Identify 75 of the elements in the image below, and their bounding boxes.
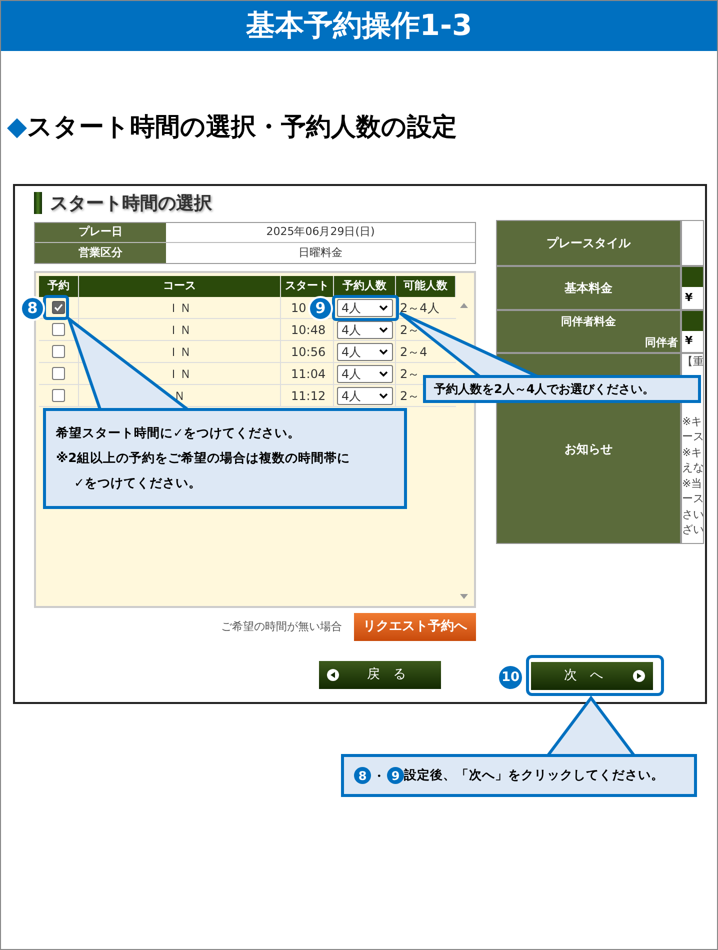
separator-dot: ・ [372,768,386,784]
party-size-select[interactable]: 4人 [336,342,392,360]
scroll-up-icon[interactable] [460,303,468,308]
chevron-down-icon [378,326,388,332]
course-text: Ｎ [174,388,186,404]
capacity-text: 2～4人 [400,300,440,316]
notice-text: ざい [682,522,703,538]
reserve-checkbox[interactable] [52,345,65,358]
capacity-text: 2～ [400,366,420,382]
start-time: 11:04 [291,366,326,382]
capacity-text: 2～ [400,388,420,404]
chevron-down-icon [378,304,388,310]
side-sublabel: 同伴者 [645,334,678,350]
reserve-checkbox[interactable] [52,301,65,314]
course-text: ＩＮ [168,322,192,338]
step-badge: 10 [497,664,524,691]
course-text: ＩＮ [168,344,192,360]
info-label: 営業区分 [35,243,166,263]
start-time: 10 [291,300,306,316]
start-time: 11:12 [291,388,326,404]
column-header: 可能人数 [396,276,456,297]
notice-text: ※キ [682,444,703,460]
section-heading: スタート時間の選択・予約人数の設定 [27,111,457,144]
back-button[interactable]: 戻 る [319,661,441,689]
party-size-select[interactable]: 4人 [336,298,392,316]
reserve-checkbox[interactable] [52,367,65,380]
course-text: ＩＮ [168,366,192,382]
notice-text: ース [682,429,703,444]
notice-text: さい [682,506,703,522]
capacity-text: 2～ [400,322,420,338]
page-title: 基本予約操作1-3 [246,7,472,44]
price-value: ¥ [685,333,693,350]
side-label: プレースタイル [496,220,681,266]
party-size-select[interactable]: 4人 [336,364,392,382]
column-header: 予約人数 [334,276,396,297]
diamond-marker: ◆ [7,114,27,140]
column-header: スタート [281,276,334,297]
notice-text: ※当 [682,476,703,491]
request-reservation-button[interactable]: リクエスト予約へ [354,613,476,641]
column-header: 予約 [39,276,79,297]
column-header: コース [79,276,281,297]
check-icon [54,303,63,312]
inline-badge: 8 [354,767,371,784]
inline-badge: 9 [387,767,404,784]
screen-section-title: スタート時間の選択 [50,192,212,216]
side-label: 同伴者料金 [561,314,616,330]
chevron-down-icon [378,348,388,354]
capacity-text: 2～4 [400,344,428,360]
callout-text: 設定後、「次へ」をクリックしてください。 [404,766,664,784]
course-text: ＩＮ [168,300,192,316]
party-size-select[interactable]: 4人 [336,386,392,404]
party-size-select[interactable]: 4人 [336,320,392,338]
info-label: プレー日 [35,223,166,242]
callout-text: ✓をつけてください。 [73,474,202,492]
callout-text: 希望スタート時間に✓をつけてください。 [56,424,302,442]
notice-text: えな [682,460,703,476]
highlight-frame [332,295,399,321]
next-button[interactable]: 次 へ [531,662,653,690]
start-time: 10:48 [291,322,326,338]
side-header-cell [682,311,703,331]
reserve-checkbox[interactable] [52,389,65,402]
step-badge: 8 [20,296,45,321]
start-time: 10:56 [291,344,326,360]
scroll-down-icon[interactable] [460,594,468,599]
request-note: ご希望の時間が無い場合 [221,618,342,635]
side-label: 基本料金 [496,266,681,310]
notice-text: ース [682,491,703,506]
chevron-down-icon [378,392,388,398]
reserve-checkbox[interactable] [52,323,65,336]
side-header-cell [682,267,703,287]
callout-text: ※2組以上の予約をご希望の場合は複数の時間帯に [56,449,351,468]
price-value: ¥ [685,290,693,306]
chevron-down-icon [378,370,388,376]
notice-text: ※キ [682,414,703,429]
title-bar-icon [34,192,42,214]
